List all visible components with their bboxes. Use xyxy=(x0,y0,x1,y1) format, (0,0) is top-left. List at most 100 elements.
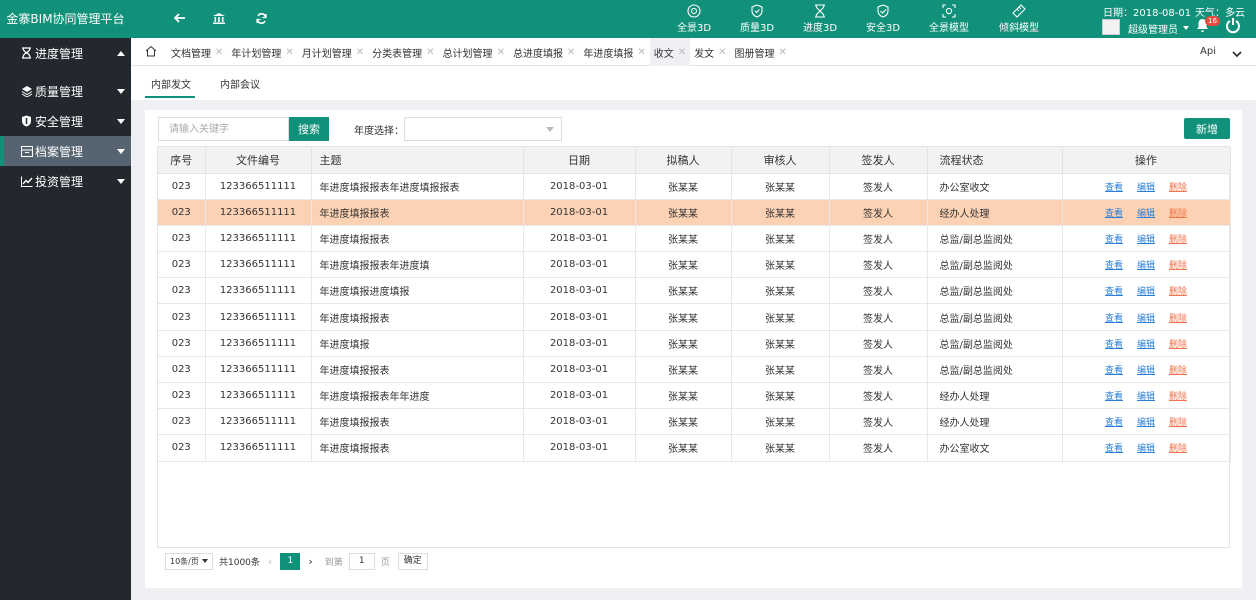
prev-page-icon[interactable]: ‹ xyxy=(268,555,272,568)
edit-link[interactable]: 编辑 xyxy=(1137,235,1155,245)
table-row[interactable]: 023 123366511111 年进度填报报表 2018-03-01 张某某 张某某 签发… xyxy=(158,303,1231,331)
api-link[interactable]: Api xyxy=(1200,46,1216,57)
tab-outgoing-docs[interactable]: 发文 ✕ xyxy=(690,38,730,66)
table-row[interactable]: 023 123366511111 年进度填报报表年进度填 2018-03-01 张某某张… xyxy=(158,251,1231,279)
edit-link[interactable]: 编辑 xyxy=(1137,314,1155,324)
nav-quality-3d[interactable]: 质量3D xyxy=(731,4,783,34)
sidebar-item-quality[interactable]: 质量管理 xyxy=(0,76,131,106)
close-icon[interactable]: ✕ xyxy=(637,47,645,58)
nav-panorama-3d[interactable]: 全景3D xyxy=(668,4,720,34)
close-icon[interactable]: ✕ xyxy=(718,47,726,58)
delete-link[interactable]: 删除 xyxy=(1169,418,1187,428)
view-link[interactable]: 查看 xyxy=(1105,261,1123,271)
view-link[interactable]: 查看 xyxy=(1105,418,1123,428)
delete-link[interactable]: 删除 xyxy=(1169,287,1187,297)
table-row[interactable]: 023 123366511111 年进度填报 2018-03-01 张某某 张某某 签发人总… xyxy=(158,330,1231,357)
delete-link[interactable]: 删除 xyxy=(1169,340,1187,350)
close-icon[interactable]: ✕ xyxy=(356,47,364,58)
table-row[interactable]: 023 123366511111 年进度填报报表年年进度 2018-03-01 张某某张… xyxy=(158,382,1231,410)
sidebar-item-label: 档案管理 xyxy=(35,144,84,159)
close-icon[interactable]: ✕ xyxy=(215,47,223,58)
refresh-icon[interactable] xyxy=(253,10,269,26)
year-select[interactable] xyxy=(404,117,562,141)
chevron-down-icon[interactable] xyxy=(1183,26,1189,30)
sidebar-item-investment[interactable]: 投资管理 xyxy=(0,166,131,196)
back-arrow-icon[interactable] xyxy=(171,10,187,26)
search-button[interactable]: 搜索 xyxy=(289,117,329,141)
avatar[interactable] xyxy=(1102,19,1120,35)
tab-master-plan[interactable]: 总计划管理 ✕ xyxy=(439,38,509,66)
current-page[interactable]: 1 xyxy=(280,552,301,570)
edit-link[interactable]: 编辑 xyxy=(1137,209,1155,219)
chevron-down-icon[interactable] xyxy=(1232,47,1242,61)
close-icon[interactable]: ✕ xyxy=(426,47,434,58)
nav-tilt-model[interactable]: 倾斜模型 xyxy=(993,4,1045,34)
delete-link[interactable]: 删除 xyxy=(1169,366,1187,376)
view-link[interactable]: 查看 xyxy=(1105,392,1123,402)
view-link[interactable]: 查看 xyxy=(1105,183,1123,193)
delete-link[interactable]: 删除 xyxy=(1169,261,1187,271)
goto-confirm-button[interactable]: 确定 xyxy=(397,552,428,570)
home-icon[interactable] xyxy=(145,45,157,60)
view-link[interactable]: 查看 xyxy=(1105,340,1123,350)
table-row[interactable]: 023 123366511111 年进度填报进度填报 2018-03-01 张某某 张某某… xyxy=(158,277,1231,305)
delete-link[interactable]: 删除 xyxy=(1169,444,1187,454)
sidebar-item-progress[interactable]: 进度管理 xyxy=(0,38,131,68)
tab-monthly-plan[interactable]: 月计划管理 ✕ xyxy=(298,38,368,66)
edit-link[interactable]: 编辑 xyxy=(1137,366,1155,376)
delete-link[interactable]: 删除 xyxy=(1169,392,1187,402)
edit-link[interactable]: 编辑 xyxy=(1137,340,1155,350)
tab-atlas-management[interactable]: 图册管理 ✕ xyxy=(731,38,791,66)
sidebar-item-safety[interactable]: 安全管理 xyxy=(0,106,131,136)
delete-link[interactable]: 删除 xyxy=(1169,209,1187,219)
subtab-internal-dispatch[interactable]: 内部发文 xyxy=(151,76,191,91)
view-link[interactable]: 查看 xyxy=(1105,314,1123,324)
edit-link[interactable]: 编辑 xyxy=(1137,392,1155,402)
bank-icon[interactable] xyxy=(211,10,227,26)
view-link[interactable]: 查看 xyxy=(1105,209,1123,219)
tab-category-table[interactable]: 分类表管理 ✕ xyxy=(368,38,438,66)
tab-incoming-docs[interactable]: 收文 ✕ xyxy=(649,38,691,66)
view-link[interactable]: 查看 xyxy=(1105,444,1123,454)
page-size-select[interactable]: 10条/页 xyxy=(165,552,213,570)
tab-annual-plan[interactable]: 年计划管理 ✕ xyxy=(227,38,297,66)
close-icon[interactable]: ✕ xyxy=(567,47,575,58)
view-link[interactable]: 查看 xyxy=(1105,235,1123,245)
cell-signer: 签发人 xyxy=(829,356,928,384)
nav-progress-3d[interactable]: 进度3D xyxy=(794,4,846,34)
table-row[interactable]: 023 123366511111 年进度填报报表 2018-03-01 张某某 张某某 签发… xyxy=(158,434,1231,462)
delete-link[interactable]: 删除 xyxy=(1169,183,1187,193)
view-link[interactable]: 查看 xyxy=(1105,287,1123,297)
tab-annual-progress[interactable]: 年进度填报 ✕ xyxy=(579,38,649,66)
nav-safety-3d[interactable]: 安全3D xyxy=(857,4,909,34)
table-row[interactable]: 023 123366511111 年进度填报报表年进度填报报表 2018-03-01 张… xyxy=(158,173,1231,200)
sidebar-item-archive[interactable]: 档案管理 xyxy=(0,136,131,166)
power-icon[interactable] xyxy=(1225,17,1241,37)
delete-link[interactable]: 删除 xyxy=(1169,314,1187,324)
search-input[interactable] xyxy=(158,117,289,141)
edit-link[interactable]: 编辑 xyxy=(1137,261,1155,271)
add-button[interactable]: 新增 xyxy=(1184,118,1230,139)
edit-link[interactable]: 编辑 xyxy=(1137,418,1155,428)
edit-link[interactable]: 编辑 xyxy=(1137,444,1155,454)
edit-link[interactable]: 编辑 xyxy=(1137,287,1155,297)
subtab-internal-meeting[interactable]: 内部会议 xyxy=(220,76,260,91)
next-page-icon[interactable]: › xyxy=(308,555,312,568)
close-icon[interactable]: ✕ xyxy=(678,47,686,58)
close-icon[interactable]: ✕ xyxy=(779,47,787,58)
view-link[interactable]: 查看 xyxy=(1105,366,1123,376)
cell-code: 123366511111 xyxy=(205,408,312,436)
close-icon[interactable]: ✕ xyxy=(285,47,293,58)
table-row[interactable]: 023 123366511111 年进度填报报表 2018-03-01 张某某 张某某 签发… xyxy=(158,408,1231,436)
goto-page-input[interactable]: 1 xyxy=(348,552,375,570)
table-row[interactable]: 023 123366511111 年进度填报报表 2018-03-01 张某某 张某某 签发… xyxy=(158,199,1231,226)
tab-document-management[interactable]: 文档管理 ✕ xyxy=(167,38,227,66)
edit-link[interactable]: 编辑 xyxy=(1137,183,1155,193)
table-row[interactable]: 023 123366511111 年进度填报报表 2018-03-01 张某某 张某某 签发… xyxy=(158,356,1231,384)
tab-total-progress[interactable]: 总进度填报 ✕ xyxy=(509,38,579,66)
nav-panorama-model[interactable]: 全景模型 xyxy=(923,4,975,34)
close-icon[interactable]: ✕ xyxy=(497,47,505,58)
delete-link[interactable]: 删除 xyxy=(1169,235,1187,245)
table-row[interactable]: 023 123366511111 年进度填报报表 2018-03-01 张某某 张某某 签发… xyxy=(158,225,1231,253)
user-name[interactable]: 超级管理员 xyxy=(1128,21,1178,36)
